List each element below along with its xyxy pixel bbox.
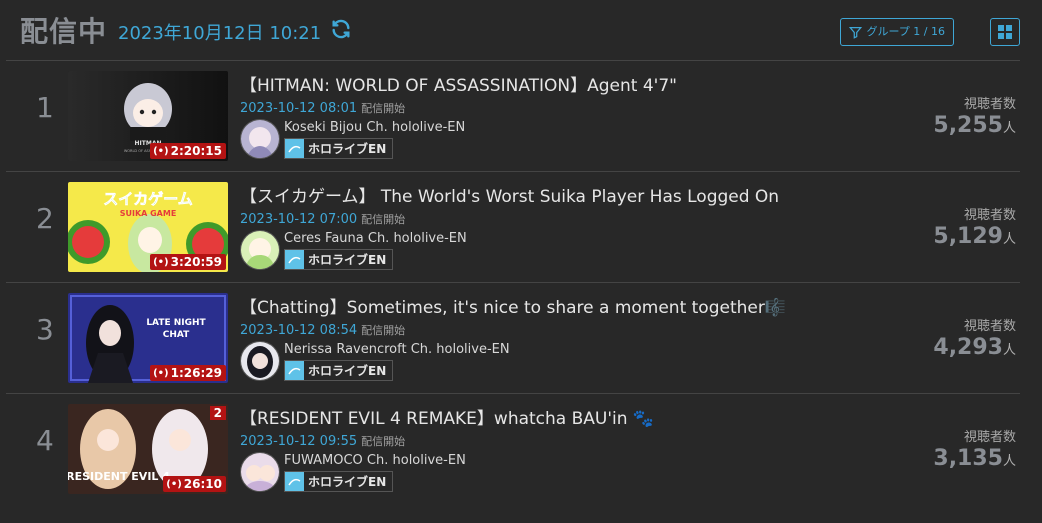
grid-view-button[interactable]	[991, 19, 1019, 45]
duration-text: 1:26:29	[170, 366, 222, 380]
viewer-unit: 人	[1002, 454, 1016, 469]
thumb-subtitle: SUIKA GAME	[120, 209, 177, 218]
viewer-unit: 人	[1002, 232, 1016, 247]
stream-rank: 1	[36, 91, 54, 124]
episode-badge: 2	[209, 406, 226, 420]
org-tag[interactable]: ホロライブEN	[284, 471, 394, 492]
hololive-icon	[285, 361, 304, 380]
stream-rank: 3	[36, 313, 54, 346]
stream-title[interactable]: 【HITMAN: WORLD OF ASSASSINATION】Agent 4'…	[240, 71, 810, 96]
header: 配信中 2023年10月12日 10:21 グループ 1 / 16	[20, 8, 1020, 52]
start-datetime: 2023-10-12 08:01	[240, 101, 358, 116]
org-tag[interactable]: ホロライブEN	[284, 138, 394, 159]
current-datetime: 2023年10月12日 10:21	[118, 23, 322, 44]
hololive-icon	[285, 472, 304, 491]
stream-row[interactable]: 2 スイカゲーム SUIKA GAME (•) 3:20:59 【スイカゲーム】 …	[6, 171, 1020, 282]
start-time: 2023-10-12 08:01 配信開始	[240, 100, 405, 116]
page-title: 配信中	[20, 15, 108, 48]
viewers-label: 視聴者数	[963, 319, 1016, 334]
thumb-title: LATE NIGHT	[146, 318, 206, 328]
group-filter-button[interactable]: グループ 1 / 16	[840, 18, 954, 46]
stream-thumbnail[interactable]: RESIDENT EVIL 4 2 (•) 26:10	[68, 404, 228, 494]
viewer-count-value: 3,135	[933, 446, 1003, 471]
start-label: 配信開始	[361, 213, 406, 226]
org-tag-label: ホロライブEN	[308, 475, 387, 489]
thumb-title: スイカゲーム	[103, 190, 193, 208]
stream-thumbnail[interactable]: スイカゲーム SUIKA GAME (•) 3:20:59	[68, 182, 228, 272]
hololive-icon	[285, 139, 304, 158]
duration-badge: (•) 26:10	[163, 476, 226, 492]
org-tag[interactable]: ホロライブEN	[284, 360, 394, 381]
live-icon: (•)	[153, 145, 169, 157]
start-datetime: 2023-10-12 07:00	[240, 212, 358, 227]
channel-avatar[interactable]	[240, 119, 280, 159]
org-tag[interactable]: ホロライブEN	[284, 249, 394, 270]
filter-icon	[849, 26, 863, 39]
start-label: 配信開始	[361, 435, 406, 448]
stream-rank: 2	[36, 202, 54, 235]
stream-title[interactable]: 【スイカゲーム】 The World's Worst Suika Player …	[240, 182, 810, 207]
channel-avatar[interactable]	[240, 230, 280, 270]
refresh-icon[interactable]	[330, 18, 352, 40]
duration-badge: (•) 2:20:15	[150, 143, 226, 159]
stream-list: 1 HITMAN WORLD OF ASSASSINATION (•) 2:20:…	[6, 60, 1020, 504]
stream-row[interactable]: 3 LATE NIGHT CHAT (•) 1:26:29 【Chatting】S…	[6, 282, 1020, 393]
org-tag-label: ホロライブEN	[308, 253, 387, 267]
start-label: 配信開始	[361, 324, 406, 337]
duration-badge: (•) 1:26:29	[150, 365, 226, 381]
viewer-count-value: 5,129	[933, 224, 1003, 249]
stream-title[interactable]: 【RESIDENT EVIL 4 REMAKE】whatcha BAU'in 🐾	[240, 404, 810, 429]
viewer-count-value: 5,255	[933, 113, 1003, 138]
start-time: 2023-10-12 09:55 配信開始	[240, 433, 405, 449]
start-label: 配信開始	[361, 102, 406, 115]
group-filter-label: グループ 1 / 16	[866, 25, 945, 38]
grid-icon	[998, 25, 1012, 39]
channel-avatar[interactable]	[240, 452, 280, 492]
hololive-icon	[285, 250, 304, 269]
viewers-label: 視聴者数	[963, 430, 1016, 445]
duration-text: 26:10	[183, 477, 222, 491]
stream-thumbnail[interactable]: HITMAN WORLD OF ASSASSINATION (•) 2:20:15	[68, 71, 228, 161]
start-datetime: 2023-10-12 09:55	[240, 434, 358, 449]
stream-title[interactable]: 【Chatting】Sometimes, it's nice to share …	[240, 293, 810, 318]
duration-badge: (•) 3:20:59	[150, 254, 226, 270]
channel-name[interactable]: Koseki Bijou Ch. hololive-EN	[284, 120, 465, 135]
stream-rank: 4	[36, 424, 54, 457]
channel-name[interactable]: Nerissa Ravencroft Ch. hololive-EN	[284, 342, 510, 357]
duration-text: 3:20:59	[170, 255, 222, 269]
view-toggle	[990, 18, 1020, 46]
stream-row[interactable]: 4 RESIDENT EVIL 4 2 (•) 26:10 【RESIDENT E…	[6, 393, 1020, 504]
channel-avatar[interactable]	[240, 341, 280, 381]
live-icon: (•)	[166, 478, 182, 490]
stream-thumbnail[interactable]: LATE NIGHT CHAT (•) 1:26:29	[68, 293, 228, 383]
live-icon: (•)	[153, 367, 169, 379]
viewer-unit: 人	[1002, 343, 1016, 358]
start-time: 2023-10-12 07:00 配信開始	[240, 211, 405, 227]
thumb-subtitle: CHAT	[163, 330, 190, 340]
viewer-count: 4,293人	[933, 335, 1016, 360]
thumb-title: RESIDENT EVIL 4	[68, 470, 170, 483]
org-tag-label: ホロライブEN	[308, 364, 387, 378]
start-time: 2023-10-12 08:54 配信開始	[240, 322, 405, 338]
duration-text: 2:20:15	[170, 144, 222, 158]
channel-name[interactable]: Ceres Fauna Ch. hololive-EN	[284, 231, 467, 246]
viewer-count: 3,135人	[933, 446, 1016, 471]
viewers-label: 視聴者数	[963, 208, 1016, 223]
viewer-unit: 人	[1002, 121, 1016, 136]
viewer-count-value: 4,293	[933, 335, 1003, 360]
start-datetime: 2023-10-12 08:54	[240, 323, 358, 338]
live-icon: (•)	[153, 256, 169, 268]
viewer-count: 5,255人	[933, 113, 1016, 138]
channel-name[interactable]: FUWAMOCO Ch. hololive-EN	[284, 453, 466, 468]
viewers-label: 視聴者数	[963, 97, 1016, 112]
viewer-count: 5,129人	[933, 224, 1016, 249]
stream-row[interactable]: 1 HITMAN WORLD OF ASSASSINATION (•) 2:20:…	[6, 60, 1020, 171]
org-tag-label: ホロライブEN	[308, 142, 387, 156]
